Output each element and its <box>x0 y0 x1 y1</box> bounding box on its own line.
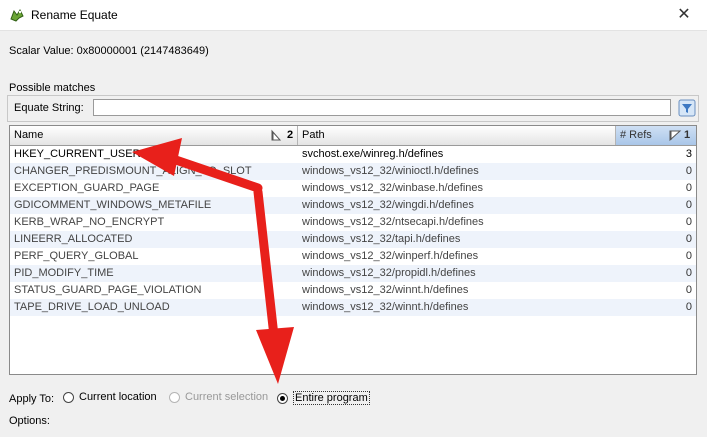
filter-clear-icon[interactable] <box>678 99 696 117</box>
table-header: Name 2 Path # Refs 1 <box>10 126 696 146</box>
column-header-path[interactable]: Path <box>298 126 616 145</box>
table-row[interactable]: KERB_WRAP_NO_ENCRYPT windows_vs12_32/nts… <box>10 214 696 231</box>
refs-sort-order: 1 <box>684 129 691 141</box>
table-row[interactable]: HKEY_CURRENT_USER svchost.exe/winreg.h/d… <box>10 146 696 163</box>
scalar-value: Scalar Value: 0x80000001 (2147483649) <box>9 45 209 57</box>
column-header-refs[interactable]: # Refs 1 <box>616 126 696 145</box>
radio-label: Current location <box>79 391 157 403</box>
ghidra-dragon-icon <box>10 8 24 22</box>
possible-matches-label: Possible matches <box>9 82 96 94</box>
radio-button[interactable] <box>63 391 74 403</box>
table-body: HKEY_CURRENT_USER svchost.exe/winreg.h/d… <box>10 146 696 316</box>
window-title: Rename Equate <box>31 8 118 22</box>
name-sort-order: 2 <box>287 129 294 141</box>
close-button[interactable]: ✕ <box>661 0 707 30</box>
equate-string-label: Equate String: <box>14 102 84 114</box>
table-row[interactable]: STATUS_GUARD_PAGE_VIOLATION windows_vs12… <box>10 282 696 299</box>
equates-table: Name 2 Path # Refs 1 HKEY_CURRENT_USER s… <box>9 125 697 375</box>
close-icon: ✕ <box>677 6 691 23</box>
table-row[interactable]: EXCEPTION_GUARD_PAGE windows_vs12_32/win… <box>10 180 696 197</box>
title-bar: Rename Equate ✕ <box>0 0 707 31</box>
filter-panel: Equate String: <box>7 95 699 122</box>
radio-button <box>169 391 180 403</box>
options-label: Options: <box>9 415 50 427</box>
equate-string-input[interactable] <box>93 99 671 116</box>
apply-to-label: Apply To: <box>9 393 55 405</box>
column-header-name[interactable]: Name 2 <box>10 126 298 145</box>
table-row[interactable]: LINEERR_ALLOCATED windows_vs12_32/tapi.h… <box>10 231 696 248</box>
table-row[interactable]: PERF_QUERY_GLOBAL windows_vs12_32/winper… <box>10 248 696 265</box>
table-row[interactable]: PID_MODIFY_TIME windows_vs12_32/propidl.… <box>10 265 696 282</box>
table-row[interactable]: CHANGER_PREDISMOUNT_ALIGN_TO_SLOT window… <box>10 163 696 180</box>
radio-current-location[interactable]: Current location <box>63 391 157 403</box>
radio-entire-program[interactable]: Entire program <box>277 391 370 405</box>
radio-current-selection: Current selection <box>169 391 268 403</box>
table-row[interactable]: TAPE_DRIVE_LOAD_UNLOAD windows_vs12_32/w… <box>10 299 696 316</box>
radio-label: Entire program <box>293 391 370 405</box>
radio-label: Current selection <box>185 391 269 403</box>
table-row[interactable]: GDICOMMENT_WINDOWS_METAFILE windows_vs12… <box>10 197 696 214</box>
radio-button[interactable] <box>277 392 288 404</box>
